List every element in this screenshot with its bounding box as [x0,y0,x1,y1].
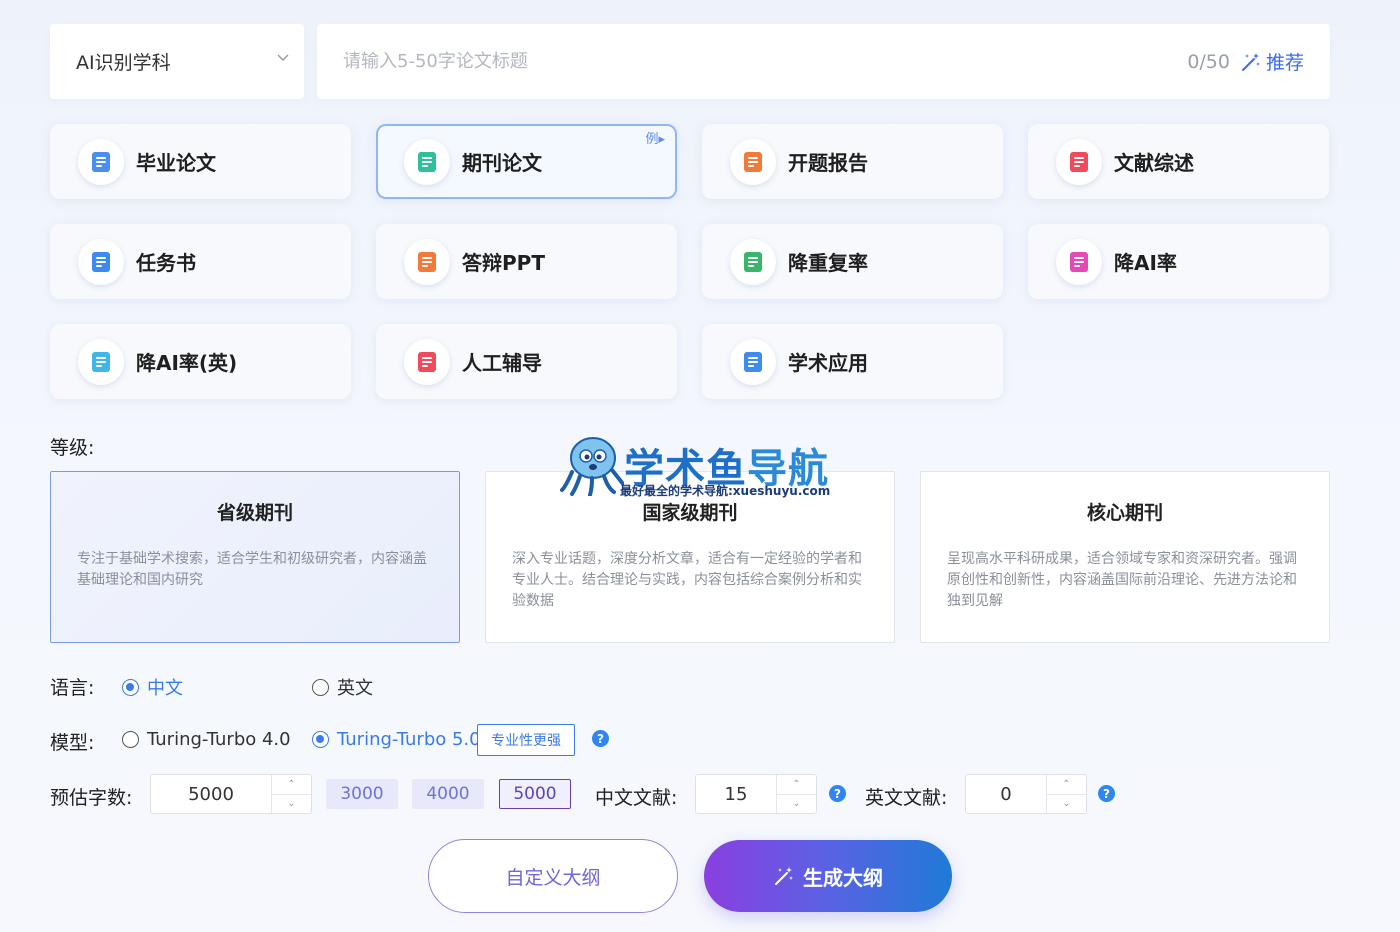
task-book-icon [78,238,124,285]
model-option-5-label: Turing-Turbo 5.0 [337,729,481,750]
radio-selected-icon [122,678,139,696]
subject-select[interactable]: AI识别学科 [50,24,304,99]
language-option-zh-label: 中文 [147,678,183,699]
card-label: 答辩PPT [462,251,545,275]
level-label: 等级: [50,437,95,459]
subject-select-value: AI识别学科 [76,52,171,74]
card-label: 文献综述 [1114,151,1194,175]
reduce-ai-icon [1056,238,1102,285]
model-strong-tag: 专业性更强 [477,724,575,756]
example-badge-text: 例 [645,132,659,147]
cn-refs-stepper: ⌃ ⌄ [695,774,817,814]
card-graduation-cap[interactable]: 毕业论文 [50,124,351,199]
graduation-cap-icon [78,138,124,185]
xueshuyu-watermark: 学术鱼导航 最好最全的学术导航:xueshuyu.com [560,434,850,500]
card-label: 降重复率 [788,251,868,275]
title-input[interactable] [343,51,1188,72]
language-option-en[interactable]: 英文 [312,674,373,700]
card-journal[interactable]: 期刊论文 例▸ [376,124,677,199]
ppt-icon [404,238,450,285]
radio-selected-icon [312,731,329,748]
en-refs-stepper: ⌃ ⌄ [965,774,1087,814]
level-option-desc: 呈现高水平科研成果，适合领域专家和资深研究者。强调原创性和创新性，内容涵盖国际前… [947,551,1297,609]
card-ai-app[interactable]: 学术应用 [702,324,1003,399]
stepper-down-icon[interactable]: ⌄ [272,795,311,814]
card-reduce-ai-en[interactable]: 降AI率(英) [50,324,351,399]
level-option-3[interactable]: 核心期刊呈现高水平科研成果，适合领域专家和资深研究者。强调原创性和创新性，内容涵… [920,471,1330,643]
radio-unselected-icon [122,731,139,748]
stepper-up-icon[interactable]: ⌃ [1047,775,1086,795]
level-option-1[interactable]: 省级期刊专注于基础学术搜索，适合学生和初级研究者，内容涵盖基础理论和国内研究 [50,471,460,643]
en-refs-input[interactable] [966,775,1046,813]
generate-outline-button[interactable]: 生成大纲 [704,840,952,912]
en-refs-help-icon[interactable]: ? [1098,785,1115,802]
cn-refs-label: 中文文献: [595,787,678,809]
level-option-title: 省级期刊 [216,502,293,524]
card-label: 毕业论文 [136,151,216,175]
example-badge[interactable]: 例▸ [645,128,665,147]
language-option-en-label: 英文 [337,678,373,699]
card-reduce-duplicate[interactable]: 降重复率 [702,224,1003,299]
card-label: 降AI率 [1114,251,1177,275]
magic-wand-icon [775,867,793,885]
word-preset-4000[interactable]: 4000 [412,779,484,809]
language-label: 语言: [50,677,95,699]
card-label: 任务书 [136,251,196,275]
octopus-logo-icon [560,437,624,496]
language-option-zh[interactable]: 中文 [122,674,183,700]
card-reduce-ai[interactable]: 降AI率 [1028,224,1329,299]
recommend-button[interactable]: 推荐 [1240,48,1304,75]
cn-refs-input[interactable] [696,775,776,813]
level-option-desc: 深入专业话题，深度分析文章，适合有一定经验的学者和专业人士。结合理论与实践，内容… [512,551,862,609]
model-label: 模型: [50,732,95,754]
word-preset-3000[interactable]: 3000 [326,779,398,809]
card-label: 降AI率(英) [136,351,238,375]
reduce-duplicate-icon [730,238,776,285]
radio-unselected-icon [312,678,329,696]
recommend-label: 推荐 [1265,52,1304,74]
word-count-label: 预估字数: [50,787,133,809]
stepper-down-icon[interactable]: ⌄ [777,795,816,814]
model-option-4[interactable]: Turing-Turbo 4.0 [122,729,291,750]
en-refs-label: 英文文献: [865,787,948,809]
ai-app-icon [730,338,776,385]
model-option-4-label: Turing-Turbo 4.0 [147,729,291,750]
word-count-stepper: ⌃ ⌄ [150,774,312,814]
model-help-icon[interactable]: ? [592,730,609,747]
model-option-5[interactable]: Turing-Turbo 5.0 [312,729,481,750]
journal-icon [404,138,450,185]
cn-refs-help-icon[interactable]: ? [829,785,846,802]
word-count-input[interactable] [151,775,271,813]
card-document-review[interactable]: 文献综述 [1028,124,1329,199]
level-option-title: 国家级期刊 [642,502,738,524]
reduce-ai-en-icon [78,338,124,385]
card-label: 期刊论文 [462,151,542,175]
card-label: 学术应用 [788,351,868,375]
human-tutor-icon [404,338,450,385]
watermark-subtitle: 最好最全的学术导航:xueshuyu.com [620,484,831,498]
level-option-desc: 专注于基础学术搜索，适合学生和初级研究者，内容涵盖基础理论和国内研究 [77,551,427,588]
title-char-counter: 0/50 [1187,50,1230,73]
custom-outline-button[interactable]: 自定义大纲 [428,839,678,913]
level-option-title: 核心期刊 [1086,502,1163,524]
card-task-book[interactable]: 任务书 [50,224,351,299]
title-input-container: 0/50 推荐 [317,24,1330,99]
generate-outline-label: 生成大纲 [803,865,883,890]
calendar-report-icon [730,138,776,185]
stepper-up-icon[interactable]: ⌃ [272,775,311,795]
stepper-up-icon[interactable]: ⌃ [777,775,816,795]
chevron-down-icon [277,54,289,61]
stepper-down-icon[interactable]: ⌄ [1047,795,1086,814]
card-ppt[interactable]: 答辩PPT [376,224,677,299]
card-label: 人工辅导 [462,351,542,375]
word-preset-5000[interactable]: 5000 [499,779,571,809]
card-label: 开题报告 [788,151,868,175]
card-calendar-report[interactable]: 开题报告 [702,124,1003,199]
magic-wand-icon [1241,52,1260,71]
document-review-icon [1056,138,1102,185]
card-human-tutor[interactable]: 人工辅导 [376,324,677,399]
